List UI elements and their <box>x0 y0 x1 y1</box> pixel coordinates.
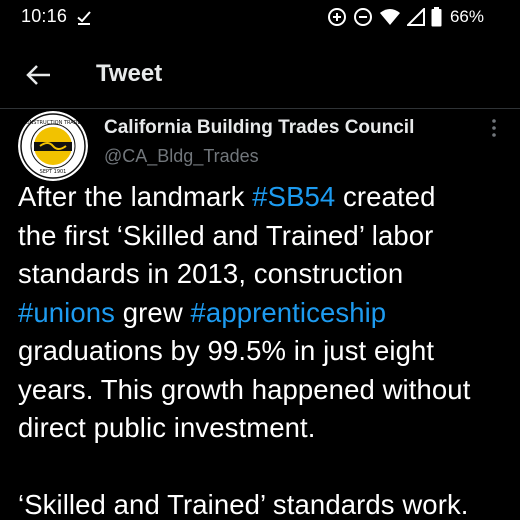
more-vertical-icon[interactable] <box>484 116 504 142</box>
page-title: Tweet <box>96 60 163 87</box>
tweet-text-segment: graduations by 99.5% in just eight <box>18 335 435 366</box>
tweet-text-segment: After the landmark <box>18 181 253 212</box>
tweet-line: direct public investment. <box>18 409 518 448</box>
tweet-text-segment: created <box>335 181 436 212</box>
battery-icon <box>431 7 442 27</box>
tweet-text-segment: grew <box>115 296 191 328</box>
tweet-line: #unions grew #apprenticeship <box>18 294 518 333</box>
author-handle[interactable]: @CA_Bldg_Trades <box>104 146 259 167</box>
wifi-icon <box>379 9 400 25</box>
hashtag-link[interactable]: #unions <box>18 297 115 328</box>
status-icons: 66% <box>327 6 484 28</box>
tweet-text-segment: the first ‘Skilled and Trained’ labor <box>18 219 434 251</box>
tweet-text: After the landmark #SB54 created the firs… <box>18 178 518 520</box>
tweet-text-segment: ‘Skilled and Trained’ standards work. <box>18 489 469 520</box>
hashtag-link[interactable]: #SB54 <box>252 181 335 212</box>
status-time: 10:16 <box>21 6 68 26</box>
tweet-line: graduations by 99.5% in just eight <box>18 332 518 371</box>
tweet-line: standards in 2013, construction <box>18 255 518 294</box>
union-seal-logo: CONSTRUCTION TRADES SEPT 1901 <box>18 111 88 181</box>
hashtag-link[interactable]: #apprenticeship <box>191 297 387 328</box>
tweet-line: After the landmark #SB54 created <box>18 178 518 217</box>
app-header: Tweet <box>0 50 520 110</box>
header-divider <box>0 108 520 109</box>
status-bar: 10:16 66% <box>0 0 520 34</box>
tweet-line: the first ‘Skilled and Trained’ labor <box>18 217 518 256</box>
svg-text:CONSTRUCTION TRADES: CONSTRUCTION TRADES <box>22 120 84 126</box>
svg-text:SEPT 1901: SEPT 1901 <box>40 169 67 175</box>
arrow-left-icon[interactable] <box>22 60 56 90</box>
tweet-line: years. This growth happened without <box>18 371 518 410</box>
avatar[interactable]: CONSTRUCTION TRADES SEPT 1901 <box>18 111 88 181</box>
tweet-text-segment: standards in 2013, construction <box>18 258 404 289</box>
tweet-line: ‘Skilled and Trained’ standards work. <box>18 486 518 520</box>
tweet-text-segment: direct public investment. <box>18 412 316 443</box>
tweet-text-segment: years. This growth happened without <box>18 373 471 405</box>
data-saver-icon <box>327 8 346 26</box>
do-not-disturb-icon <box>353 8 372 26</box>
download-done-icon <box>77 11 91 25</box>
cell-signal-icon <box>406 8 425 26</box>
author-name[interactable]: California Building Trades Council <box>104 117 414 139</box>
battery-percentage: 66% <box>449 7 484 26</box>
